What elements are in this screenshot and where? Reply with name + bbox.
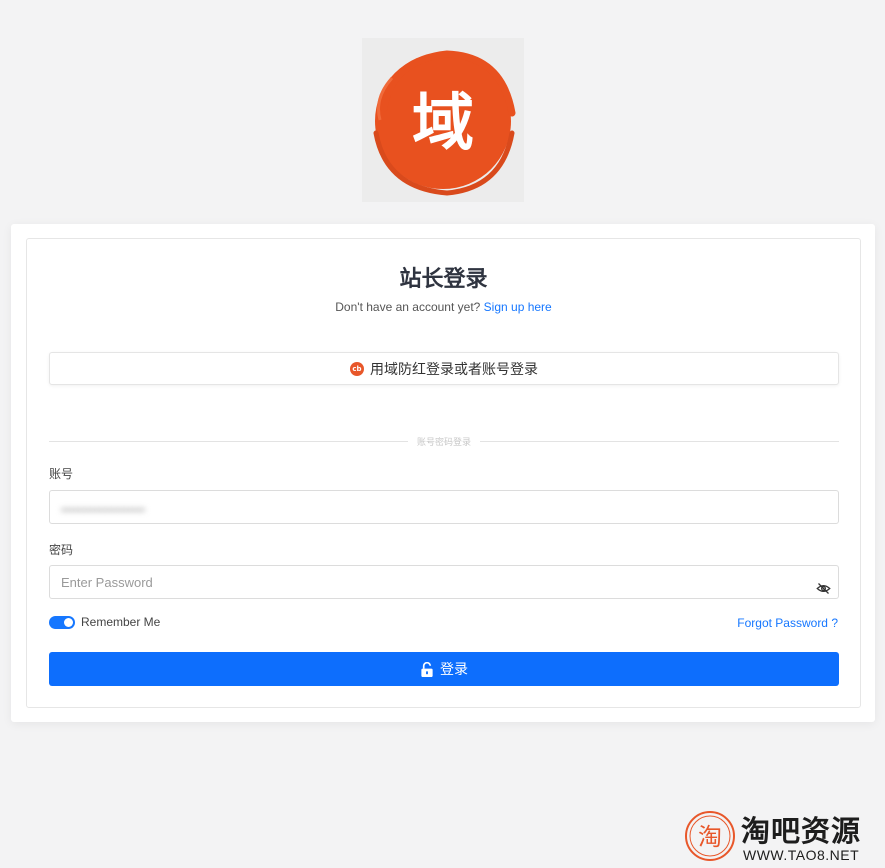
watermark: 淘 淘吧资源 WWW.TAO8.NET [684,808,879,864]
divider-line-right [480,440,840,442]
login-card: 站长登录 Don't have an account yet? Sign up … [11,224,875,722]
remember-me-toggle[interactable]: Remember Me [49,615,160,629]
toggle-password-visibility-button[interactable] [808,572,838,604]
oauth-login-button[interactable]: cb 用域防红登录或者账号登录 [49,352,839,385]
eye-off-icon [815,582,831,594]
forgot-password-link[interactable]: Forgot Password ? [737,616,838,630]
brand-icon: cb [350,361,364,376]
login-button-label: 登录 [440,662,468,678]
section-divider: 账号密码登录 [49,435,840,448]
divider-text: 账号密码登录 [417,437,472,448]
signup-link[interactable]: Sign up here [484,300,552,314]
account-label: 账号 [49,467,74,481]
remember-me-label: Remember Me [81,615,161,629]
login-form: 站长登录 Don't have an account yet? Sign up … [26,238,861,708]
site-logo: 域 [362,38,524,202]
toggle-switch[interactable] [49,615,75,629]
watermark-title: 淘吧资源 [741,814,862,848]
password-label: 密码 [49,543,74,557]
watermark-seal-glyph: 淘 [698,823,722,851]
login-button[interactable]: 登录 [49,652,839,686]
oauth-login-label: 用域防红登录或者账号登录 [370,361,538,378]
page-title: 站长登录 [399,267,488,292]
signup-prompt: Don't have an account yet? Sign up here [27,300,860,314]
logo-text: 域 [412,86,474,159]
signup-prompt-text: Don't have an account yet? [335,300,481,314]
unlock-icon [421,661,433,677]
account-input[interactable] [49,490,839,524]
divider-line-left [49,440,408,442]
password-input[interactable] [49,565,839,599]
watermark-seal-icon: 淘 [685,811,735,861]
brush-circle-logo-icon: 域 [373,50,516,196]
watermark-url: WWW.TAO8.NET [743,847,860,863]
